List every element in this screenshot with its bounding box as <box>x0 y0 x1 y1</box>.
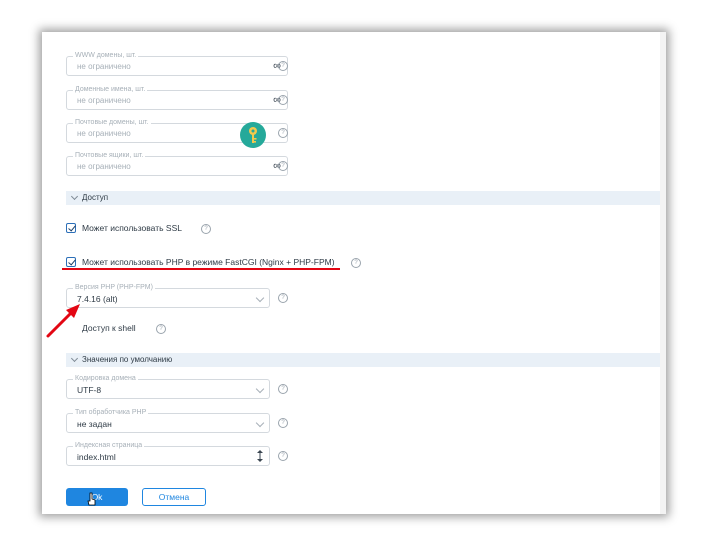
php-handler-select[interactable]: Тип обработчика PHP не задан <box>66 408 270 433</box>
index-page-field[interactable]: Индексная страница index.html <box>66 441 270 466</box>
field-value: index.html <box>77 452 116 462</box>
field-value: не ограничено <box>77 129 131 138</box>
php-fastcgi-label: Может использовать PHP в режиме FastCGI … <box>82 257 335 267</box>
www-domains-field[interactable]: WWW домены, шт. не ограничено ∞ <box>66 51 288 76</box>
help-icon[interactable]: ? <box>278 293 288 303</box>
chevron-down-icon <box>70 192 79 201</box>
field-label: Индексная страница <box>73 441 145 450</box>
section-title: Доступ <box>82 193 109 202</box>
ssl-label: Может использовать SSL <box>82 223 182 233</box>
help-icon[interactable]: ? <box>201 224 211 234</box>
resize-handle-icon[interactable] <box>257 450 263 462</box>
shell-label: Доступ к shell <box>82 323 136 333</box>
chevron-down-icon <box>70 354 79 363</box>
red-underline-annotation <box>62 268 340 270</box>
encoding-select[interactable]: Кодировка домена UTF-8 <box>66 374 270 399</box>
field-value: не задан <box>77 419 112 429</box>
field-value: не ограничено <box>77 62 131 71</box>
password-manager-key-icon[interactable] <box>240 122 266 148</box>
section-access[interactable]: Доступ <box>66 191 666 205</box>
chevron-down-icon <box>255 418 265 428</box>
cancel-button[interactable]: Отмена <box>142 488 206 506</box>
field-value: не ограничено <box>77 96 131 105</box>
hand-cursor-icon <box>87 492 96 506</box>
help-icon[interactable]: ? <box>278 418 288 428</box>
help-icon[interactable]: ? <box>156 324 166 334</box>
scrollbar[interactable] <box>660 32 666 514</box>
chevron-down-icon <box>255 293 265 303</box>
shell-checkbox[interactable] <box>66 322 76 332</box>
field-label: Тип обработчика PHP <box>73 408 149 417</box>
section-title: Значения по умолчанию <box>82 355 173 364</box>
help-icon[interactable]: ? <box>278 95 288 105</box>
field-label: Версия PHP (PHP-FPM) <box>73 283 155 292</box>
domain-names-field[interactable]: Доменные имена, шт. не ограничено ∞ <box>66 85 288 110</box>
php-version-select[interactable]: Версия PHP (PHP-FPM) 7.4.16 (alt) <box>66 283 270 308</box>
field-value: UTF-8 <box>77 385 102 395</box>
help-icon[interactable]: ? <box>278 161 288 171</box>
field-label: Кодировка домена <box>73 374 138 383</box>
help-icon[interactable]: ? <box>278 384 288 394</box>
help-icon[interactable]: ? <box>278 451 288 461</box>
screenshot-frame: WWW домены, шт. не ограничено ∞ ? Доменн… <box>42 32 666 514</box>
field-label: Почтовые домены, шт. <box>73 118 151 127</box>
ssl-checkbox[interactable] <box>66 223 76 233</box>
red-arrow-annotation <box>46 304 80 338</box>
field-value: не ограничено <box>77 162 131 171</box>
field-label: WWW домены, шт. <box>73 51 139 60</box>
ok-button[interactable]: Ok <box>66 488 128 506</box>
php-fastcgi-checkbox[interactable] <box>66 257 76 267</box>
field-label: Почтовые ящики, шт. <box>73 151 146 160</box>
section-defaults[interactable]: Значения по умолчанию <box>66 353 666 367</box>
help-icon[interactable]: ? <box>351 258 361 268</box>
chevron-down-icon <box>255 384 265 394</box>
mailboxes-field[interactable]: Почтовые ящики, шт. не ограничено ∞ <box>66 151 288 176</box>
field-label: Доменные имена, шт. <box>73 85 148 94</box>
settings-form: WWW домены, шт. не ограничено ∞ ? Доменн… <box>42 32 666 514</box>
help-icon[interactable]: ? <box>278 61 288 71</box>
help-icon[interactable]: ? <box>278 128 288 138</box>
